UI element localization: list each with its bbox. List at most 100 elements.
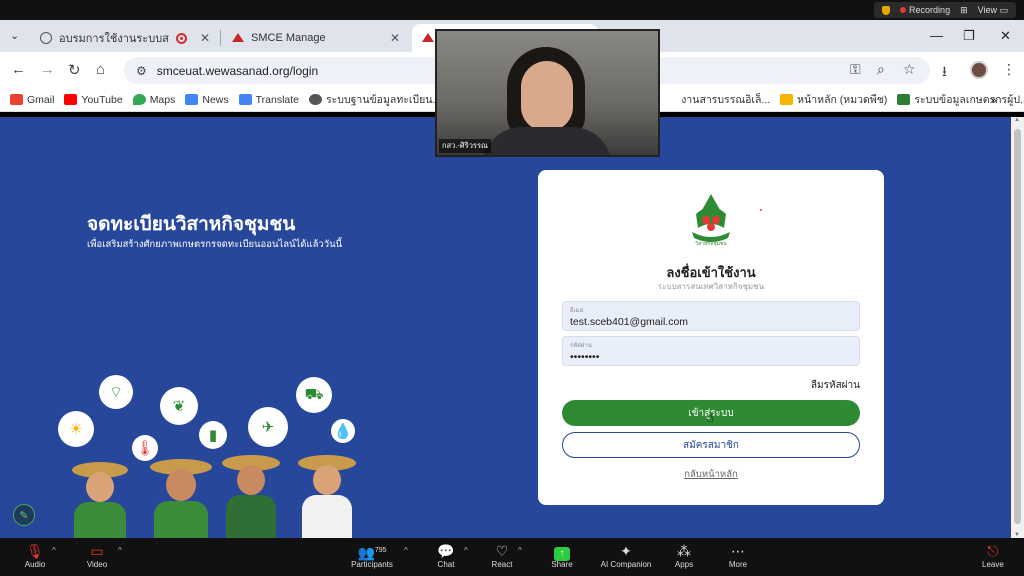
url-text: smceuat.wewasanad.org/login [156, 63, 319, 78]
share-arrow-icon: ↑ [554, 547, 570, 561]
scrollbar-thumb[interactable] [1014, 129, 1021, 524]
farmer-figure [150, 459, 212, 538]
tab-label: อบรมการใช้งานระบบสารสนเทศวิ [59, 33, 169, 45]
bookmark-e-document[interactable]: งานสารบรรณอิเล็... [681, 91, 770, 108]
participant-name: กสว.-ศิริวรรณ [439, 139, 491, 153]
video-button[interactable]: ▭ Video [84, 542, 110, 569]
hand-cursor-icon: ☝ [706, 410, 714, 425]
bookmark-plant-home[interactable]: หน้าหลัก (หมวดพืช) [780, 91, 887, 108]
bookmark-youtube[interactable]: YouTube [64, 94, 123, 106]
scroll-up-icon[interactable]: ▲ [1014, 117, 1020, 123]
email-label: อีเมล [570, 308, 584, 314]
translate-icon [238, 94, 252, 105]
gmail-icon [10, 94, 23, 105]
video-off-icon: ▭ [90, 543, 104, 559]
home-icon[interactable]: ⌂ [96, 61, 105, 78]
zoom-top-strip: Recording ⊞ View ▭ [0, 0, 1024, 20]
restore-icon[interactable]: ❐ [963, 28, 975, 44]
forgot-password-link[interactable]: ลืมรหัสผ่าน [811, 378, 860, 393]
download-icon[interactable]: ⭳ [942, 61, 947, 85]
recording-tab-icon [176, 32, 187, 44]
leave-button[interactable]: ⎋ Leave [982, 542, 1004, 569]
farmer-system-icon [897, 94, 911, 105]
page-scrollbar[interactable]: ▲ ▼ [1011, 117, 1024, 538]
water-drop-icon: 💧 [331, 419, 355, 443]
reload-icon[interactable]: ↻ [68, 61, 81, 79]
chat-icon: 💬 [437, 543, 455, 559]
password-label: รหัสผ่าน [570, 343, 592, 349]
tab-search-icon[interactable]: ⌄ [10, 29, 19, 42]
email-value: test.sceb401@gmail.com [570, 316, 689, 328]
more-bookmarks-icon[interactable]: » [990, 93, 997, 107]
bookmark-farmer-info[interactable]: ระบบข้อมูลเกษตรกรผู้ป... [897, 91, 1024, 108]
apps-icon: ⁂ [677, 543, 691, 559]
shield-icon [882, 5, 891, 15]
react-button[interactable]: ♡ React [488, 542, 516, 569]
video-caret-icon[interactable]: ^ [118, 546, 122, 555]
bookmark-registry-db[interactable]: ระบบฐานข้อมูลทะเบียน... [309, 91, 441, 108]
tab-training[interactable]: อบรมการใช้งานระบบสารสนเทศวิ ✕ [30, 24, 220, 52]
menu-kebab-icon[interactable]: ⋮ [1002, 61, 1016, 78]
password-field[interactable]: รหัสผ่าน •••••••• [562, 336, 860, 366]
farmer-figure [222, 455, 280, 538]
heart-icon: ♡ [495, 543, 509, 559]
login-page: จดทะเบียนวิสาหกิจชุมชน เพื่อเสริมสร้างศั… [0, 117, 1011, 538]
globe-icon [309, 94, 323, 105]
record-dot-icon [900, 7, 907, 13]
email-field[interactable]: อีเมล test.sceb401@gmail.com [562, 301, 860, 331]
key-icon[interactable]: ⚿ [850, 61, 861, 78]
audio-caret-icon[interactable]: ^ [52, 546, 56, 555]
participant-video[interactable]: กสว.-ศิริวรรณ [435, 29, 660, 157]
chat-button[interactable]: 💬 Chat [433, 542, 459, 569]
forward-arrow-icon[interactable]: → [40, 61, 55, 78]
tab-close-icon[interactable]: ✕ [390, 31, 400, 45]
bookmark-translate[interactable]: Translate [238, 94, 299, 106]
view-button[interactable]: View ▭ [978, 5, 1008, 16]
minimize-icon[interactable]: — [930, 28, 943, 43]
chart-icon: ▮ [199, 421, 227, 449]
react-caret-icon[interactable]: ^ [518, 546, 522, 555]
chat-caret-icon[interactable]: ^ [464, 546, 468, 555]
back-arrow-icon[interactable]: ← [11, 61, 26, 78]
community-enterprise-logo: วิสาหกิจชุมชน [692, 194, 730, 247]
globe-icon [40, 32, 52, 44]
tractor-icon: ⛟ [296, 377, 332, 413]
ai-companion-button[interactable]: ✦ AI Companion [598, 542, 654, 569]
hero-title: จดทะเบียนวิสาหกิจชุมชน [87, 214, 296, 235]
farmer-figure [70, 462, 130, 538]
smce-logo-icon [232, 33, 244, 43]
recording-label: Recording [909, 5, 951, 15]
youtube-icon [64, 94, 78, 105]
tab-close-icon[interactable]: ✕ [200, 31, 210, 45]
participants-button[interactable]: 👥795 Participants [348, 542, 396, 569]
grid-icon[interactable]: ⊞ [960, 5, 968, 16]
window-close-icon[interactable]: ✕ [1000, 28, 1011, 44]
back-home-link[interactable]: กลับหน้าหลัก [538, 467, 884, 482]
participants-count: 795 [374, 547, 387, 554]
edit-pencil-icon[interactable]: ✎ [13, 504, 35, 526]
profile-avatar[interactable] [970, 61, 988, 79]
grid-icon [780, 94, 794, 105]
sparkle-icon: ✦ [620, 543, 632, 559]
sun-icon: ☀ [58, 411, 94, 447]
bookmark-star-icon[interactable]: ☆ [903, 61, 916, 78]
share-button[interactable]: ↑ Share [548, 542, 576, 569]
recording-indicator[interactable]: Recording ⊞ View ▭ [874, 2, 1016, 18]
farmer-figure [298, 455, 356, 538]
site-info-icon[interactable]: ⚙ [136, 64, 147, 78]
audio-button[interactable]: 🎙 Audio [22, 542, 48, 569]
participants-caret-icon[interactable]: ^ [404, 546, 408, 555]
smce-logo-icon [422, 33, 434, 43]
password-value: •••••••• [570, 351, 600, 363]
tab-smce-manage[interactable]: SMCE Manage ✕ [222, 24, 410, 52]
news-icon [185, 94, 199, 105]
muted-mic-icon: 🎙 [26, 543, 44, 559]
bookmark-maps[interactable]: Maps [132, 94, 175, 106]
more-button[interactable]: ⋯ More [726, 542, 750, 569]
register-button[interactable]: สมัครสมาชิก [562, 432, 860, 458]
bookmark-news[interactable]: News [185, 94, 229, 106]
apps-button[interactable]: ⁂ Apps [672, 542, 696, 569]
bookmark-gmail[interactable]: Gmail [10, 94, 54, 106]
thermometer-icon: 🌡 [132, 435, 158, 461]
zoom-lens-icon[interactable]: ⌕ [877, 61, 885, 78]
